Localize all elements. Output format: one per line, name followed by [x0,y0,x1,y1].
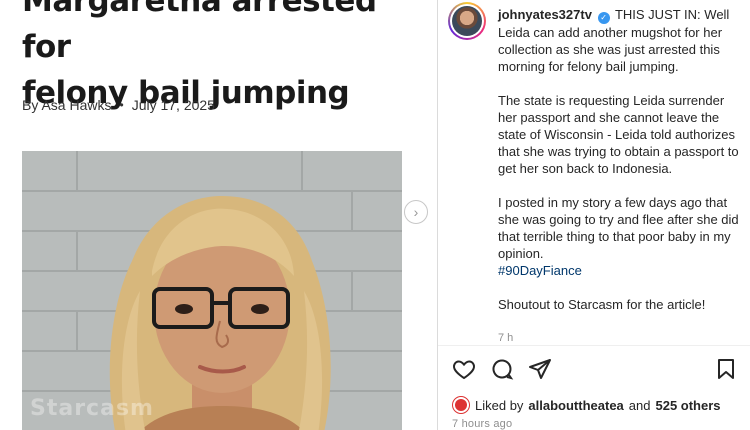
byline-date: July 17, 2025 [131,97,215,113]
post-caption-panel: johnyates327tv ✓ THIS JUST IN: Well Leid… [438,0,750,430]
verified-badge-icon: ✓ [597,12,610,24]
avatar-image [452,6,482,36]
caption-paragraph-4: Shoutout to Starcasm for the article! [498,297,706,312]
headline-line-1: Margaretha arrested for [22,0,377,65]
caption-paragraph-2: The state is requesting Leida surrender … [498,93,739,176]
carousel-next-button[interactable]: › [404,200,428,224]
mugshot-photo: Starcasm [22,151,402,430]
liked-and: and [628,397,651,413]
likes-summary: Liked by allabouttheatea and 525 others [452,396,721,414]
post-actions [452,357,552,381]
caption-paragraph-3: I posted in my story a few days ago that… [498,194,746,279]
user-avatar[interactable] [448,2,486,40]
mugshot-illustration [22,151,402,430]
username-link[interactable]: johnyates327tv [498,7,592,22]
bookmark-icon[interactable] [714,357,738,381]
heart-icon[interactable] [452,357,476,381]
caption-paragraph-1: johnyates327tv ✓ THIS JUST IN: Well Leid… [498,6,746,75]
article-card: Margaretha arrested for felony bail jump… [0,0,430,430]
photo-watermark: Starcasm [30,396,154,421]
comment-icon[interactable] [490,357,514,381]
article-byline: By Asa Hawks • July 17, 2025 [22,97,215,113]
byline-separator: • [119,98,124,112]
liked-by-prefix: Liked by [475,397,524,413]
chevron-right-icon: › [413,204,419,220]
caption-timestamp: 7 h [498,332,514,344]
liked-by-user-link[interactable]: allabouttheatea [528,398,623,413]
hashtag-link[interactable]: #90DayFiance [498,263,582,278]
liked-others-link[interactable]: 525 others [655,398,720,413]
liker-avatar[interactable] [452,396,470,414]
actions-separator [438,345,750,346]
caption-p3-text: I posted in my story a few days ago that… [498,195,739,261]
byline-author: By Asa Hawks [22,97,112,113]
post-timestamp[interactable]: 7 hours ago [452,418,512,430]
post-caption: johnyates327tv ✓ THIS JUST IN: Well Leid… [498,6,746,330]
share-icon[interactable] [528,357,552,381]
